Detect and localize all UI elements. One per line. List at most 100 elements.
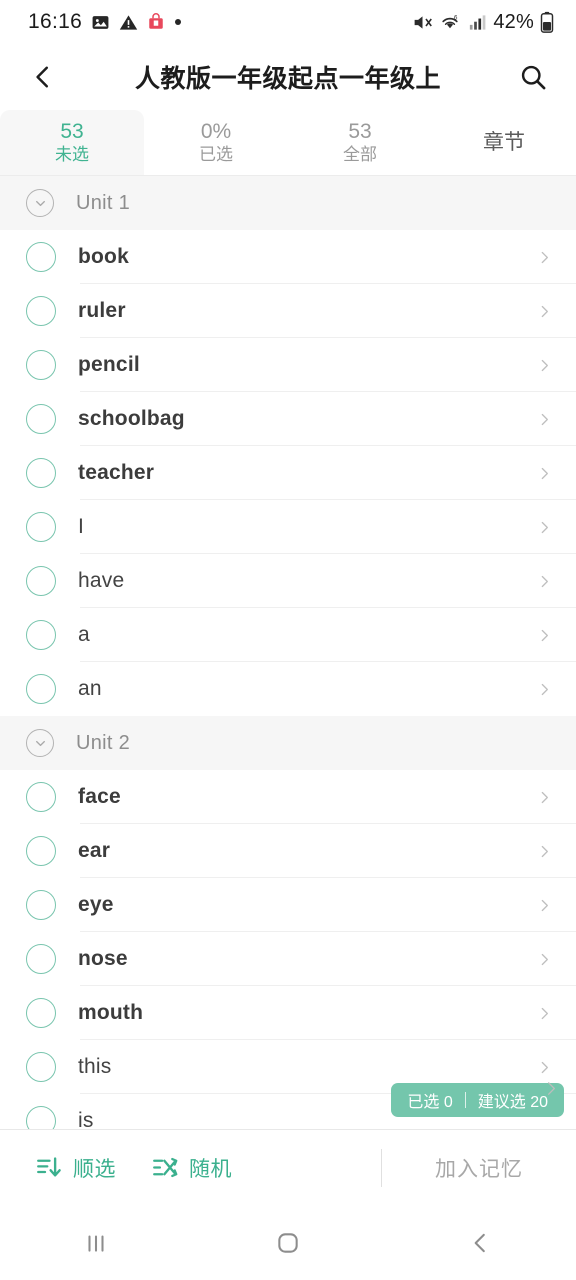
list-item[interactable]: teacher [0, 446, 576, 500]
badge-chevron-icon [543, 1080, 560, 1102]
word-label: book [78, 245, 129, 268]
chevron-down-circle-icon[interactable] [26, 729, 54, 757]
select-circle-icon[interactable] [26, 512, 56, 542]
status-bar-right: 6 42% [412, 11, 554, 34]
select-circle-icon[interactable] [26, 836, 56, 866]
warning-icon [119, 13, 138, 32]
home-icon[interactable] [243, 1216, 333, 1270]
photo-icon [91, 13, 110, 32]
status-bar: 16:16 6 42% [0, 0, 576, 44]
tab-label: 全部 [343, 144, 377, 164]
recents-icon[interactable] [51, 1216, 141, 1270]
list-item[interactable]: book [0, 230, 576, 284]
sort-order-button[interactable]: 顺选 [18, 1153, 134, 1183]
signal-icon [467, 13, 487, 32]
add-to-memory-button[interactable]: 加入记忆 [382, 1153, 576, 1183]
tab-unselected-count[interactable]: 53 未选 [0, 110, 144, 175]
search-icon[interactable] [516, 60, 550, 94]
word-label: have [78, 569, 125, 592]
chevron-right-icon[interactable] [537, 1060, 552, 1075]
nav-back-icon[interactable] [435, 1216, 525, 1270]
tab-bar: 53 未选 0% 已选 53 全部 章节 [0, 110, 576, 176]
select-circle-icon[interactable] [26, 1106, 56, 1129]
select-circle-icon[interactable] [26, 296, 56, 326]
select-circle-icon[interactable] [26, 674, 56, 704]
unit-header[interactable]: Unit 2 [0, 716, 576, 770]
word-label: teacher [78, 461, 155, 484]
chevron-right-icon[interactable] [537, 412, 552, 427]
list-item[interactable]: nose [0, 932, 576, 986]
tab-all-count[interactable]: 53 全部 [288, 110, 432, 175]
chevron-right-icon[interactable] [537, 1006, 552, 1021]
select-circle-icon[interactable] [26, 242, 56, 272]
chevron-right-icon[interactable] [537, 304, 552, 319]
chevron-right-icon[interactable] [537, 898, 552, 913]
back-chevron-icon[interactable] [26, 60, 60, 94]
word-list[interactable]: Unit 1 book ruler pencil schoolbag teach… [0, 176, 576, 1129]
word-label: an [78, 677, 102, 700]
select-circle-icon[interactable] [26, 350, 56, 380]
tab-label: 章节 [483, 130, 525, 154]
word-label: this [78, 1055, 112, 1078]
select-circle-icon[interactable] [26, 458, 56, 488]
toolbar-right: 加入记忆 [381, 1130, 576, 1205]
list-item[interactable]: an [0, 662, 576, 716]
shuffle-label: 随机 [189, 1157, 232, 1181]
bottom-toolbar: 顺选 随机 加入记忆 [0, 1129, 576, 1205]
select-circle-icon[interactable] [26, 890, 56, 920]
android-nav-bar [0, 1205, 576, 1280]
select-circle-icon[interactable] [26, 566, 56, 596]
word-label: is [78, 1109, 94, 1129]
app-notification-icon [147, 13, 165, 31]
tab-chapters[interactable]: 章节 [432, 110, 576, 175]
word-label: mouth [78, 1001, 144, 1024]
chevron-right-icon[interactable] [537, 790, 552, 805]
chevron-down-circle-icon[interactable] [26, 189, 54, 217]
chevron-right-icon[interactable] [537, 520, 552, 535]
select-circle-icon[interactable] [26, 782, 56, 812]
tab-selected-percent[interactable]: 0% 已选 [144, 110, 288, 175]
tab-number: 53 [348, 119, 372, 143]
word-label: ear [78, 839, 111, 862]
unit-header[interactable]: Unit 1 [0, 176, 576, 230]
chevron-right-icon[interactable] [537, 250, 552, 265]
word-label: I [78, 515, 85, 538]
battery-icon [540, 11, 554, 33]
tab-number: 0% [200, 119, 232, 143]
unit-title: Unit 2 [76, 731, 131, 754]
chevron-right-icon[interactable] [537, 682, 552, 697]
chevron-right-icon[interactable] [537, 466, 552, 481]
svg-text:6: 6 [454, 14, 458, 21]
list-item[interactable]: have [0, 554, 576, 608]
tab-label: 未选 [55, 144, 89, 164]
list-item[interactable]: pencil [0, 338, 576, 392]
list-item[interactable]: eye [0, 878, 576, 932]
select-circle-icon[interactable] [26, 1052, 56, 1082]
selection-summary-badge[interactable]: 已选 0 建议选 20 [391, 1080, 564, 1117]
select-circle-icon[interactable] [26, 404, 56, 434]
shuffle-button[interactable]: 随机 [134, 1153, 250, 1183]
app-bar: 人教版一年级起点一年级上 [0, 44, 576, 110]
list-item[interactable]: face [0, 770, 576, 824]
chevron-right-icon[interactable] [537, 952, 552, 967]
chevron-right-icon[interactable] [537, 628, 552, 643]
tab-label: 已选 [199, 144, 233, 164]
suggested-count-label: 建议选 20 [477, 1094, 548, 1111]
select-circle-icon[interactable] [26, 998, 56, 1028]
word-label: pencil [78, 353, 140, 376]
select-circle-icon[interactable] [26, 620, 56, 650]
list-item[interactable]: I [0, 500, 576, 554]
list-item[interactable]: mouth [0, 986, 576, 1040]
list-item[interactable]: schoolbag [0, 392, 576, 446]
word-label: nose [78, 947, 128, 970]
wifi-icon: 6 [439, 12, 461, 33]
chevron-right-icon[interactable] [537, 358, 552, 373]
shuffle-icon [152, 1154, 179, 1181]
tab-number: 53 [60, 119, 84, 143]
chevron-right-icon[interactable] [537, 844, 552, 859]
chevron-right-icon[interactable] [537, 574, 552, 589]
list-item[interactable]: a [0, 608, 576, 662]
list-item[interactable]: ruler [0, 284, 576, 338]
list-item[interactable]: ear [0, 824, 576, 878]
select-circle-icon[interactable] [26, 944, 56, 974]
